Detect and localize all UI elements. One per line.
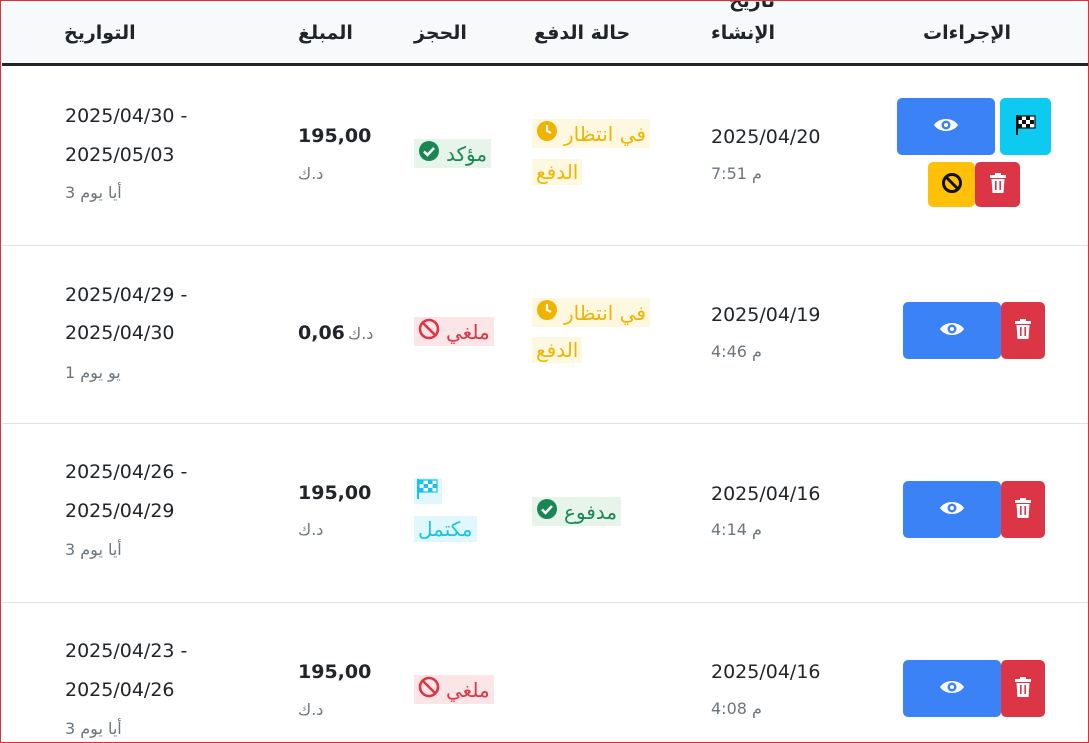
checkered-flag-icon <box>416 478 440 505</box>
header-amount: المبلغ <box>298 22 353 44</box>
eye-icon <box>939 320 965 342</box>
date-range-from: 2025/04/29 - <box>65 284 188 306</box>
delete-button[interactable] <box>1001 481 1045 538</box>
eye-icon <box>939 678 965 700</box>
date-range-to: 2025/04/26 <box>65 679 175 701</box>
table-row: 2025/04/30 - 2025/05/03 3 أيا يوم 195,00… <box>2 67 1088 246</box>
payment-status-line2: الدفع <box>536 160 579 184</box>
created-time: 4:08 م <box>711 699 762 718</box>
clock-icon <box>536 120 558 147</box>
booking-status-badge: ملغي <box>414 675 494 704</box>
payment-status-line2: الدفع <box>536 338 579 362</box>
booking-status-badge: ملغي <box>414 317 494 346</box>
payment-status-line1: في انتظار <box>564 121 646 146</box>
header-payment-status: حالة الدفع <box>534 22 631 44</box>
table-row: 2025/04/23 - 2025/04/26 3 أيا يوم 195,00… <box>2 603 1088 742</box>
clock-icon <box>536 299 558 326</box>
created-time: 7:51 م <box>711 164 762 183</box>
complete-button[interactable] <box>1000 98 1051 155</box>
header-created: الإنشاء <box>711 22 775 44</box>
amount-value: 195,00 <box>298 482 372 504</box>
booking-status-label: ملغي <box>446 319 490 344</box>
amount-value: 195,00 <box>298 661 372 683</box>
ban-icon <box>418 318 440 345</box>
days-count: 3 أيا يوم <box>65 540 122 559</box>
header-dates: التواريخ <box>64 22 136 44</box>
ban-icon <box>941 172 963 198</box>
booking-status-label: ملغي <box>446 677 490 702</box>
created-date: 2025/04/16 <box>711 661 821 683</box>
delete-button[interactable] <box>1001 660 1045 717</box>
payment-status-label: مدفوع <box>564 499 618 524</box>
eye-icon <box>933 116 959 138</box>
date-range-to: 2025/05/03 <box>65 144 175 166</box>
trash-icon <box>988 172 1008 198</box>
check-circle-icon <box>418 140 440 167</box>
view-button[interactable] <box>903 660 1001 717</box>
created-time: 4:46 م <box>711 342 762 361</box>
days-count: 3 أيا يوم <box>65 719 122 738</box>
table-row: 2025/04/29 - 2025/04/30 1 يو يوم 0,06 د.… <box>2 246 1088 424</box>
table-header: التواريخ المبلغ الحجز حالة الدفع تاريخ ا… <box>2 0 1088 66</box>
created-date: 2025/04/20 <box>711 126 821 148</box>
header-actions: الإجراءات <box>923 22 1012 44</box>
booking-status-badge: مؤكد <box>414 139 492 168</box>
payment-status-badge: مدفوع <box>532 497 622 526</box>
payment-status-line2-badge: الدفع <box>532 337 583 363</box>
check-circle-icon <box>536 498 558 525</box>
created-date: 2025/04/19 <box>711 304 821 326</box>
delete-button[interactable] <box>1001 302 1045 359</box>
completed-flag-badge <box>414 478 442 504</box>
currency-label: د.ك <box>348 324 374 343</box>
table-row: 2025/04/26 - 2025/04/29 3 أيا يوم 195,00… <box>2 424 1088 603</box>
date-range-from: 2025/04/30 - <box>65 105 188 127</box>
payment-status-badge: في انتظار <box>532 298 650 327</box>
currency-label: د.ك <box>298 164 324 183</box>
date-range-to: 2025/04/29 <box>65 500 175 522</box>
currency-label: د.ك <box>298 520 324 539</box>
checkered-flag-icon <box>1014 113 1038 141</box>
created-time: 4:14 م <box>711 520 762 539</box>
days-count: 3 أيا يوم <box>65 183 122 202</box>
created-date: 2025/04/16 <box>711 483 821 505</box>
currency-label: د.ك <box>298 700 324 719</box>
eye-icon <box>939 499 965 521</box>
trash-icon <box>1013 676 1033 702</box>
ban-icon <box>418 676 440 703</box>
delete-button[interactable] <box>975 162 1020 207</box>
trash-icon <box>1013 318 1033 344</box>
bookings-table: التواريخ المبلغ الحجز حالة الدفع تاريخ ا… <box>0 0 1089 743</box>
payment-status-badge: في انتظار <box>532 119 650 148</box>
booking-status-label: مؤكد <box>446 141 488 166</box>
trash-icon <box>1013 497 1033 523</box>
amount-value: 0,06 <box>298 322 345 344</box>
view-button[interactable] <box>897 98 995 155</box>
booking-status-badge: مكتمل <box>414 516 477 542</box>
payment-status-line1: في انتظار <box>564 300 646 325</box>
payment-status-line2-badge: الدفع <box>532 159 583 185</box>
booking-status-label: مكتمل <box>418 517 473 541</box>
view-button[interactable] <box>903 302 1001 359</box>
date-range-from: 2025/04/23 - <box>65 640 188 662</box>
view-button[interactable] <box>903 481 1001 538</box>
date-range-from: 2025/04/26 - <box>65 461 188 483</box>
cancel-booking-button[interactable] <box>928 162 975 207</box>
header-created-clipped: تاريخ <box>728 0 776 12</box>
days-count: 1 يو يوم <box>65 363 121 382</box>
header-booking: الحجز <box>414 22 467 44</box>
amount-value: 195,00 <box>298 125 372 147</box>
date-range-to: 2025/04/30 <box>65 322 175 344</box>
